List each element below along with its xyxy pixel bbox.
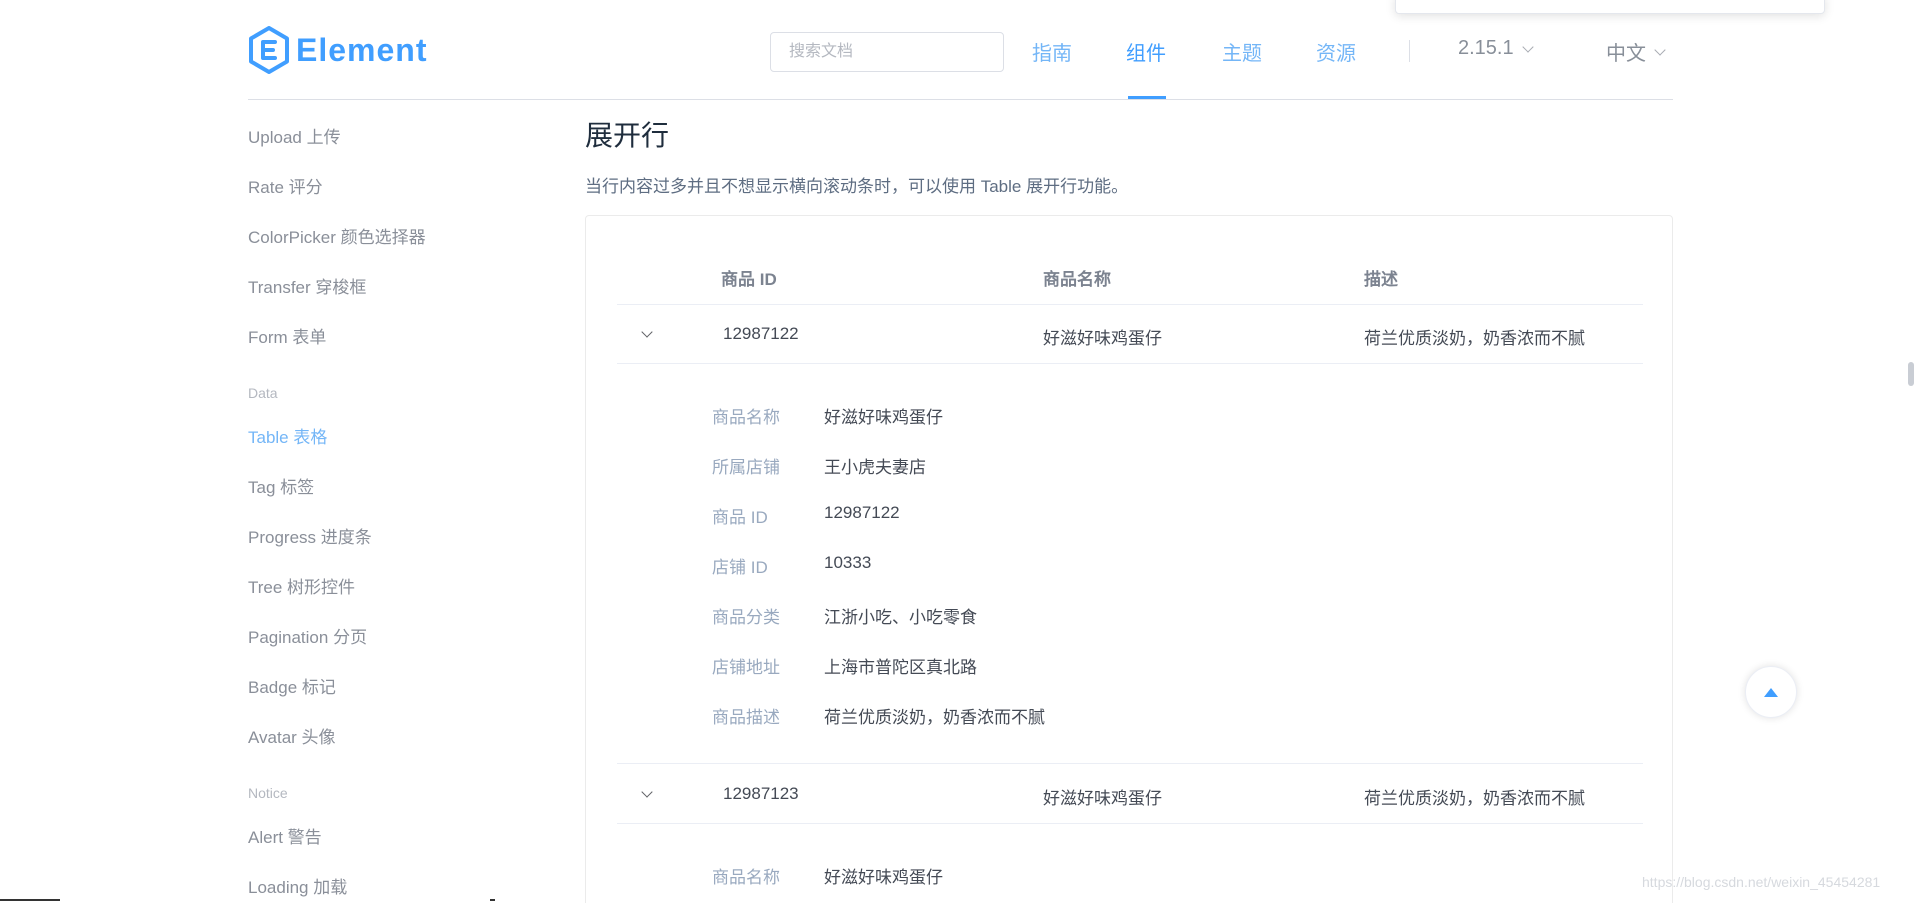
caret-up-icon (1764, 687, 1778, 697)
sidebar-item-progress[interactable]: Progress 进度条 (248, 523, 372, 548)
element-logo-icon (249, 26, 289, 74)
demo-block: 商品 ID 商品名称 描述 12987122 好滋好味鸡蛋仔 荷兰优质淡奶，奶香… (585, 215, 1673, 903)
expand-label: 商品描述 (712, 708, 780, 727)
row-divider (617, 304, 1643, 305)
site-header: Element 指南 组件 主题 资源 2.15.1 中文 (248, 0, 1673, 100)
sidebar-item-badge[interactable]: Badge 标记 (248, 673, 336, 698)
expand-value: 10333 (824, 553, 872, 572)
search-input[interactable] (770, 32, 1004, 72)
sidebar-item-pagination[interactable]: Pagination 分页 (248, 623, 367, 648)
sidebar-item-tag[interactable]: Tag 标签 (248, 473, 314, 498)
nav-theme[interactable]: 主题 (1222, 37, 1262, 66)
expand-label: 店铺 ID (712, 558, 768, 577)
row-divider (617, 823, 1643, 824)
nav-guide[interactable]: 指南 (1032, 37, 1072, 66)
expand-value: 好滋好味鸡蛋仔 (824, 408, 943, 427)
column-header-name: 商品名称 (1043, 270, 1111, 289)
bottom-edge-mark (0, 899, 60, 901)
logo[interactable]: Element (248, 26, 427, 74)
sidebar-item-alert[interactable]: Alert 警告 (248, 823, 322, 848)
column-header-id: 商品 ID (721, 270, 777, 289)
language-dropdown[interactable]: 中文 (1606, 37, 1666, 66)
sidebar-group-notice: Notice (248, 785, 288, 801)
expand-row-button[interactable] (637, 784, 657, 804)
watermark: https://blog.csdn.net/weixin_45454281 (1642, 874, 1881, 890)
sidebar-item-colorpicker[interactable]: ColorPicker 颜色选择器 (248, 223, 426, 248)
expand-label: 商品分类 (712, 608, 780, 627)
language-label: 中文 (1606, 43, 1646, 65)
expand-label: 店铺地址 (712, 658, 780, 677)
sidebar-item-rate[interactable]: Rate 评分 (248, 173, 323, 198)
expand-label: 所属店铺 (712, 458, 780, 477)
cell-name: 好滋好味鸡蛋仔 (1043, 329, 1162, 348)
cell-desc: 荷兰优质淡奶，奶香浓而不腻 (1364, 789, 1585, 808)
logo-text: Element (296, 31, 428, 68)
expand-value: 上海市普陀区真北路 (824, 658, 977, 677)
sidebar-item-tree[interactable]: Tree 树形控件 (248, 573, 355, 598)
expand-row-button[interactable] (637, 324, 657, 344)
expand-label: 商品名称 (712, 868, 780, 887)
expand-value: 江浙小吃、小吃零食 (824, 608, 977, 627)
expand-value: 王小虎夫妻店 (824, 458, 926, 477)
sidebar-item-loading[interactable]: Loading 加载 (248, 873, 347, 898)
version-label: 2.15.1 (1458, 37, 1514, 59)
nav-active-underline (1128, 96, 1166, 99)
page-scrollbar-thumb[interactable] (1908, 362, 1914, 386)
section-description: 当行内容过多并且不想显示横向滚动条时，可以使用 Table 展开行功能。 (585, 177, 1129, 196)
cell-name: 好滋好味鸡蛋仔 (1043, 789, 1162, 808)
sidebar-item-avatar[interactable]: Avatar 头像 (248, 723, 336, 748)
version-dropdown[interactable]: 2.15.1 (1458, 37, 1534, 60)
expand-label: 商品 ID (712, 508, 768, 527)
chevron-down-icon (641, 786, 653, 798)
sidebar-group-data: Data (248, 385, 278, 401)
cell-desc: 荷兰优质淡奶，奶香浓而不腻 (1364, 329, 1585, 348)
back-to-top-button[interactable] (1745, 666, 1797, 718)
row-divider (617, 763, 1643, 764)
sidebar-item-upload[interactable]: Upload 上传 (248, 123, 341, 148)
section-title: 展开行 (585, 120, 670, 151)
bottom-edge-mark (490, 899, 495, 901)
sidebar-item-transfer[interactable]: Transfer 穿梭框 (248, 273, 366, 298)
sidebar-item-form[interactable]: Form 表单 (248, 323, 326, 348)
row-divider (617, 363, 1643, 364)
nav-component[interactable]: 组件 (1126, 37, 1166, 66)
bottom-edge (0, 899, 1920, 903)
cell-id: 12987122 (723, 324, 799, 343)
chevron-down-icon (641, 326, 653, 338)
chevron-down-icon (1521, 40, 1534, 53)
expand-value: 12987122 (824, 503, 900, 522)
expand-value: 荷兰优质淡奶，奶香浓而不腻 (824, 708, 1045, 727)
expand-value: 好滋好味鸡蛋仔 (824, 868, 943, 887)
nav-resource[interactable]: 资源 (1316, 37, 1356, 66)
sidebar-item-table[interactable]: Table 表格 (248, 423, 327, 448)
nav-divider (1409, 40, 1410, 62)
cell-id: 12987123 (723, 784, 799, 803)
expand-label: 商品名称 (712, 408, 780, 427)
chevron-down-icon (1654, 43, 1666, 56)
column-header-desc: 描述 (1364, 270, 1398, 289)
